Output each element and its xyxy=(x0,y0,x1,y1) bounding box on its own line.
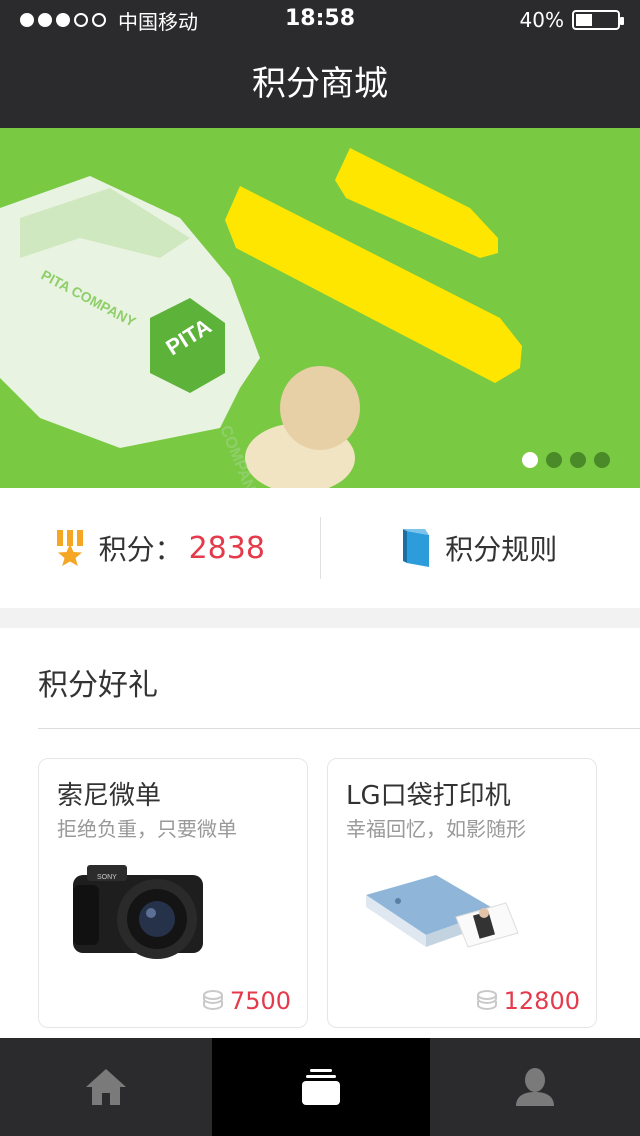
gift-name: 索尼微单 xyxy=(57,781,162,811)
points-balance: 积分： 2838 xyxy=(0,488,320,608)
section-separator xyxy=(0,608,640,628)
points-rules-button[interactable]: 积分规则 xyxy=(321,488,640,608)
medal-icon xyxy=(56,530,83,566)
gift-price: 7500 xyxy=(202,987,291,1015)
battery-indicator: 40% xyxy=(519,8,624,32)
tab-bar xyxy=(0,1038,640,1136)
tab-profile[interactable] xyxy=(430,1038,640,1136)
svg-text:SONY: SONY xyxy=(97,874,117,881)
gift-card-lg-printer[interactable]: LG口袋打印机 幸福回忆，如影随形 12800 xyxy=(327,758,597,1028)
gift-price: 12800 xyxy=(476,987,580,1015)
banner-carousel[interactable]: PITA PITA COMPANY COMPANY xyxy=(0,128,640,488)
page-title: 积分商城 xyxy=(0,40,640,128)
banner-image: PITA PITA COMPANY COMPANY xyxy=(0,128,640,488)
home-icon xyxy=(86,1069,126,1105)
pagination-dot[interactable] xyxy=(594,452,610,468)
coin-icon xyxy=(476,990,497,1011)
banner-pagination[interactable] xyxy=(514,452,610,468)
book-icon xyxy=(403,529,430,567)
coin-icon xyxy=(202,990,223,1011)
tab-home[interactable] xyxy=(0,1038,212,1136)
gift-subtitle: 拒绝负重，只要微单 xyxy=(57,817,237,841)
camera-image: SONY xyxy=(73,865,203,959)
user-icon xyxy=(516,1068,554,1106)
gift-subtitle: 幸福回忆，如影随形 xyxy=(346,817,526,841)
pagination-dot[interactable] xyxy=(570,452,586,468)
points-summary: 积分： 2838 积分规则 xyxy=(0,488,640,608)
tab-mall[interactable] xyxy=(212,1038,430,1136)
battery-percent: 40% xyxy=(519,8,564,32)
gift-name: LG口袋打印机 xyxy=(346,781,511,811)
pagination-dot[interactable] xyxy=(522,452,538,468)
battery-icon xyxy=(572,10,624,30)
pagination-dot[interactable] xyxy=(546,452,562,468)
points-rules-label: 积分规则 xyxy=(445,533,558,566)
printer-image xyxy=(366,875,519,948)
status-bar: 中国移动 18:58 40% xyxy=(0,0,640,40)
points-label: 积分： xyxy=(98,533,183,566)
divider xyxy=(38,728,640,729)
cards-icon xyxy=(302,1069,340,1105)
gift-card-sony[interactable]: 索尼微单 拒绝负重，只要微单 SONY 7500 xyxy=(38,758,308,1028)
gift-price-value: 12800 xyxy=(503,987,580,1015)
section-title: 积分好礼 xyxy=(38,668,158,703)
points-value: 2838 xyxy=(188,530,265,566)
gift-price-value: 7500 xyxy=(229,987,291,1015)
